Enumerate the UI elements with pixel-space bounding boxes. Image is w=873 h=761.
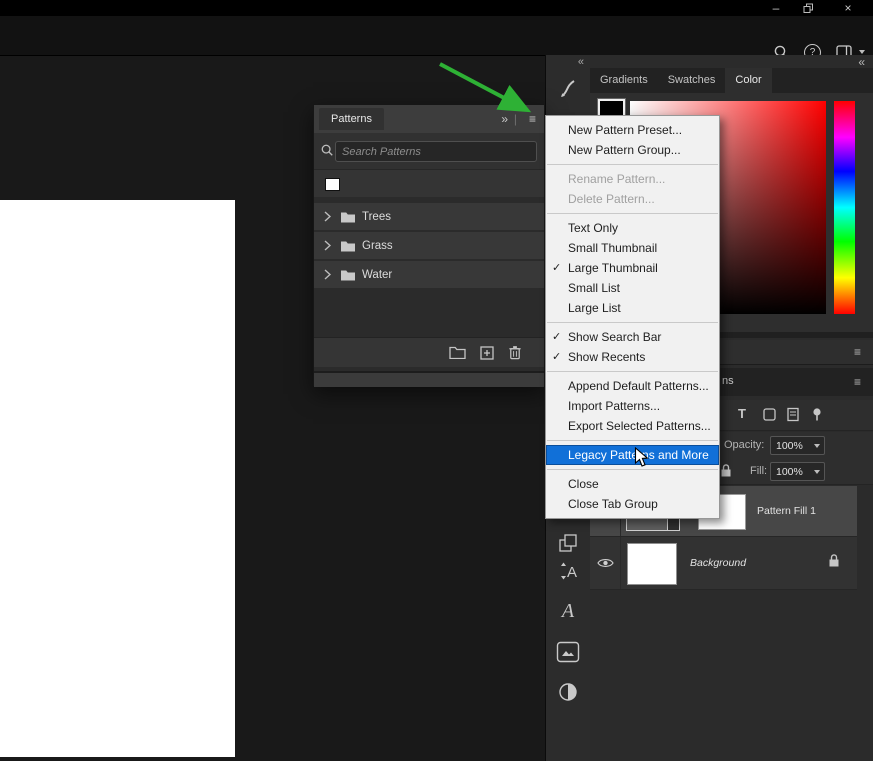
menu-item-show-search-bar[interactable]: Show Search Bar bbox=[546, 327, 719, 347]
patterns-panel-footer bbox=[314, 337, 544, 367]
filter-shape-layers-icon[interactable] bbox=[762, 407, 777, 422]
menu-item-import-patterns[interactable]: Import Patterns... bbox=[546, 396, 719, 416]
minimize-button[interactable]: – bbox=[763, 0, 789, 16]
glyphs-panel-icon[interactable]: A bbox=[555, 598, 581, 624]
menu-item-close-tab-group[interactable]: Close Tab Group bbox=[546, 494, 719, 514]
new-group-button[interactable] bbox=[449, 346, 466, 359]
layer-lock-icon[interactable] bbox=[828, 553, 840, 568]
collapse-dock-icon[interactable]: « bbox=[578, 56, 584, 68]
menu-item-new-pattern-preset[interactable]: New Pattern Preset... bbox=[546, 120, 719, 140]
eye-icon bbox=[596, 559, 614, 567]
character-panel-icon[interactable]: A bbox=[555, 558, 581, 584]
background-layer-thumbnail[interactable] bbox=[627, 543, 677, 585]
chevron-right-icon[interactable] bbox=[314, 211, 340, 222]
recent-pattern-swatch[interactable] bbox=[325, 178, 340, 191]
fill-label: Fill: bbox=[750, 465, 768, 477]
menu-item-large-thumbnail[interactable]: Large Thumbnail bbox=[546, 258, 719, 278]
menu-item-delete-pattern: Delete Pattern... bbox=[568, 192, 655, 206]
pattern-group-water[interactable]: Water bbox=[314, 261, 544, 288]
filter-toggle-icon[interactable] bbox=[810, 407, 824, 422]
fill-layer-badge-icon bbox=[667, 518, 680, 531]
pattern-group-label: Water bbox=[362, 268, 393, 281]
pattern-group-grass[interactable]: Grass bbox=[314, 232, 544, 259]
panel-menu-icon[interactable]: ≡ bbox=[854, 376, 861, 388]
photoshop-window: – × ? « A A « Gradients Swatches Color ≡… bbox=[0, 0, 873, 761]
opacity-value-dropdown[interactable]: 100% bbox=[770, 436, 825, 455]
restore-icon bbox=[803, 3, 813, 13]
menu-item-close[interactable]: Close bbox=[546, 474, 719, 494]
pattern-group-trees[interactable]: Trees bbox=[314, 203, 544, 230]
opacity-value: 100% bbox=[776, 439, 803, 452]
menu-item-append-default-patterns[interactable]: Append Default Patterns... bbox=[546, 376, 719, 396]
layer-name[interactable]: Background bbox=[690, 557, 746, 569]
layer-name[interactable]: Pattern Fill 1 bbox=[757, 505, 816, 517]
panel-menu-icon[interactable]: ≡ bbox=[854, 346, 861, 358]
menu-separator bbox=[547, 213, 718, 214]
new-pattern-button[interactable] bbox=[480, 345, 494, 360]
layer-row-background[interactable]: Background bbox=[590, 537, 857, 590]
panel-resize-edge[interactable] bbox=[314, 371, 544, 387]
dock-header: « bbox=[590, 55, 873, 68]
tab-patterns[interactable]: Patterns bbox=[319, 108, 384, 130]
search-icon bbox=[320, 143, 334, 157]
menu-item-large-list[interactable]: Large List bbox=[546, 298, 719, 318]
opacity-label: Opacity: bbox=[724, 439, 765, 451]
dock-collapse-icon[interactable]: « bbox=[858, 56, 865, 68]
svg-text:A: A bbox=[567, 564, 577, 581]
patterns-panel-context-menu: New Pattern Preset... New Pattern Group.… bbox=[545, 115, 720, 519]
lock-all-icon[interactable] bbox=[720, 463, 732, 478]
partially-hidden-tab[interactable]: ns bbox=[722, 375, 734, 387]
menu-item-rename-pattern: Rename Pattern... bbox=[568, 172, 666, 186]
annotation-arrow-green bbox=[439, 62, 532, 113]
patterns-panel: Patterns » | ≡ Search Patterns Trees Gra… bbox=[313, 104, 545, 387]
folder-icon bbox=[341, 241, 355, 251]
chevron-down-icon bbox=[814, 443, 820, 448]
menu-separator bbox=[547, 164, 718, 165]
menu-separator bbox=[547, 371, 718, 372]
menu-item-small-thumbnail[interactable]: Small Thumbnail bbox=[546, 238, 719, 258]
menu-separator bbox=[547, 469, 718, 470]
patterns-search-row bbox=[314, 133, 544, 169]
menu-separator bbox=[547, 440, 718, 441]
color-group-tabbar: Gradients Swatches Color bbox=[590, 68, 873, 93]
folder-icon bbox=[341, 212, 355, 222]
restore-button[interactable] bbox=[795, 0, 821, 16]
delete-pattern-button[interactable] bbox=[508, 345, 522, 360]
application-bar: ? bbox=[0, 16, 873, 61]
filter-type-layers-icon[interactable]: T bbox=[738, 406, 746, 421]
mouse-cursor bbox=[634, 447, 649, 467]
document-canvas[interactable] bbox=[0, 200, 235, 757]
chevron-right-icon[interactable] bbox=[314, 240, 340, 251]
layer-visibility-toggle[interactable] bbox=[590, 537, 621, 589]
fill-value: 100% bbox=[776, 465, 803, 478]
menu-item-legacy-patterns-and-more[interactable]: Legacy Patterns and More bbox=[546, 445, 719, 465]
folder-icon bbox=[341, 270, 355, 280]
titlebar: – × bbox=[0, 0, 873, 16]
hue-slider[interactable] bbox=[834, 101, 855, 314]
adjustments-panel-icon[interactable] bbox=[555, 679, 581, 705]
menu-item-show-recents[interactable]: Show Recents bbox=[546, 347, 719, 367]
menu-item-small-list[interactable]: Small List bbox=[546, 278, 719, 298]
chevron-right-icon[interactable] bbox=[314, 269, 340, 280]
menu-item-export-selected-patterns[interactable]: Export Selected Patterns... bbox=[546, 416, 719, 436]
tab-color[interactable]: Color bbox=[725, 68, 772, 93]
filter-smart-objects-icon[interactable] bbox=[786, 407, 800, 422]
fill-value-dropdown[interactable]: 100% bbox=[770, 462, 825, 481]
pattern-group-label: Grass bbox=[362, 239, 393, 252]
tab-gradients[interactable]: Gradients bbox=[590, 68, 658, 93]
brush-settings-panel-icon[interactable] bbox=[555, 75, 581, 101]
pattern-group-label: Trees bbox=[362, 210, 391, 223]
close-button[interactable]: × bbox=[835, 0, 861, 16]
chevron-down-icon bbox=[814, 469, 820, 474]
menu-separator bbox=[547, 322, 718, 323]
clone-source-panel-icon[interactable] bbox=[555, 530, 581, 556]
libraries-panel-icon[interactable] bbox=[555, 639, 581, 665]
menu-item-text-only[interactable]: Text Only bbox=[546, 218, 719, 238]
menu-item-new-pattern-group[interactable]: New Pattern Group... bbox=[546, 140, 719, 160]
chevron-down-icon[interactable] bbox=[859, 50, 865, 54]
recent-patterns-strip bbox=[314, 169, 544, 198]
tab-swatches[interactable]: Swatches bbox=[658, 68, 726, 93]
search-patterns-input[interactable] bbox=[335, 141, 537, 162]
pattern-group-list: Trees Grass Water bbox=[314, 197, 544, 337]
